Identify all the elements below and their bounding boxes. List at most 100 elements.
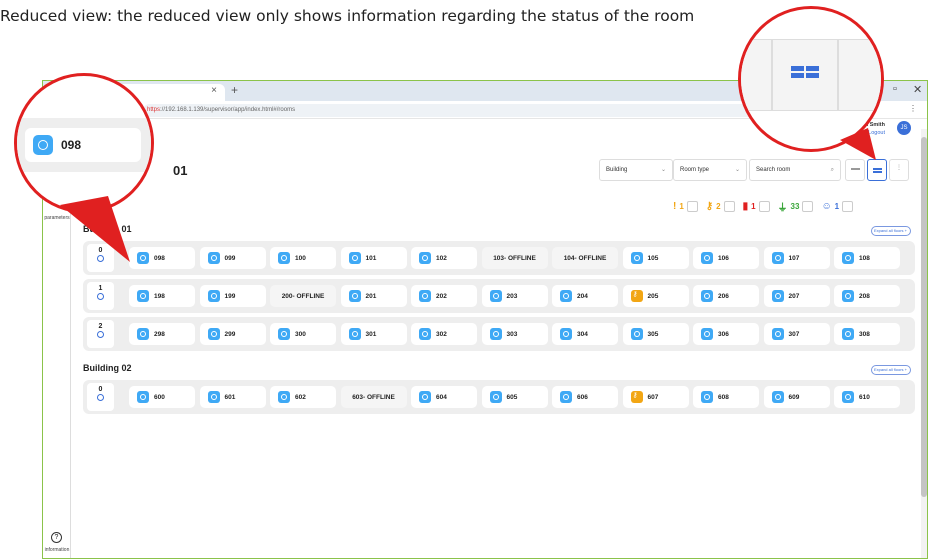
room-card[interactable]: 200- OFFLINE — [270, 285, 336, 307]
status-counter[interactable]: ☺ 1 — [821, 201, 854, 212]
room-number: 601 — [224, 393, 236, 401]
room-card[interactable]: 605 — [481, 386, 548, 408]
room-status-icon — [842, 252, 854, 264]
avatar[interactable]: JS — [897, 121, 911, 135]
floor-toggle-icon[interactable] — [97, 394, 104, 401]
room-status-icon — [348, 290, 361, 302]
sidebar-item-parameters[interactable]: parameters — [43, 215, 71, 221]
page-title: 01 — [173, 163, 188, 178]
expand-all-button[interactable]: Expand all floors + — [871, 226, 911, 236]
room-card[interactable]: 607 — [622, 386, 689, 408]
room-number: 300 — [295, 330, 306, 338]
room-card[interactable]: 604 — [411, 386, 477, 408]
room-card[interactable]: 099 — [199, 247, 266, 269]
floor-label[interactable]: 0 — [87, 244, 114, 272]
room-card[interactable]: 206 — [693, 285, 759, 307]
room-card[interactable]: 103- OFFLINE — [481, 247, 548, 269]
room-card[interactable]: 198 — [129, 285, 195, 307]
room-status-icon — [137, 328, 149, 340]
zoom-room-card: 098 — [25, 128, 141, 162]
floor-label[interactable]: 1 — [87, 282, 114, 310]
room-card[interactable]: 106 — [693, 247, 759, 269]
room-card[interactable]: 600 — [129, 386, 195, 408]
room-card[interactable]: 199 — [199, 285, 266, 307]
status-counter-value: 1 — [679, 202, 684, 211]
room-card[interactable]: 608 — [693, 386, 759, 408]
room-card[interactable]: 105 — [622, 247, 689, 269]
room-card[interactable]: 300 — [270, 323, 336, 345]
filter-checkbox[interactable] — [723, 201, 735, 212]
new-tab-button[interactable]: + — [231, 83, 238, 97]
room-card[interactable]: 606 — [552, 386, 618, 408]
room-card[interactable]: 306 — [693, 323, 759, 345]
url-field[interactable]: https://192.168.1.139/supervisor/app/ind… — [143, 104, 803, 117]
sidebar-item-information[interactable]: information — [43, 547, 71, 553]
browser-menu-icon[interactable]: ⋮ — [909, 104, 917, 113]
room-card[interactable]: 302 — [411, 323, 477, 345]
room-card[interactable]: 301 — [340, 323, 407, 345]
room-card[interactable]: 207 — [763, 285, 830, 307]
room-card[interactable]: 609 — [763, 386, 830, 408]
information-icon[interactable]: ? — [51, 532, 62, 543]
room-card[interactable]: 098 — [129, 247, 195, 269]
room-status-icon — [207, 290, 220, 302]
reduced-view-button[interactable] — [867, 159, 887, 181]
list-view-icon: ⋮ — [896, 165, 902, 171]
room-card[interactable]: 100 — [270, 247, 336, 269]
room-card[interactable]: 299 — [199, 323, 266, 345]
building-title: Building 01 — [83, 224, 132, 234]
room-card[interactable]: 102 — [411, 247, 477, 269]
status-counter[interactable]: ⏚ 33 — [778, 199, 814, 214]
room-card[interactable]: 205 — [622, 285, 689, 307]
floor-row: 0 098 099 100 101 102 103- OFFLINE 104- OFFLINE… — [83, 241, 915, 275]
zoom-circle-view-button — [738, 6, 884, 152]
room-card[interactable]: 101 — [340, 247, 407, 269]
room-card[interactable]: 202 — [411, 285, 477, 307]
room-status-icon — [560, 391, 572, 403]
floor-label[interactable]: 2 — [87, 320, 114, 348]
restore-icon[interactable]: ▫ — [893, 83, 897, 95]
full-view-button[interactable] — [845, 159, 865, 181]
close-tab-icon[interactable]: × — [211, 85, 217, 96]
room-card[interactable]: 304 — [552, 323, 618, 345]
logout-link[interactable]: Logout — [868, 130, 885, 136]
room-number: 602 — [295, 393, 306, 401]
room-number: 099 — [224, 254, 236, 262]
room-card[interactable]: 303 — [481, 323, 548, 345]
floor-toggle-icon[interactable] — [97, 255, 104, 262]
room-card[interactable]: 108 — [834, 247, 900, 269]
close-window-icon[interactable]: ✕ — [913, 83, 922, 96]
building-select[interactable]: Building ⌄ — [599, 159, 673, 181]
filter-checkbox[interactable] — [686, 201, 698, 212]
floor-toggle-icon[interactable] — [97, 331, 104, 338]
room-card[interactable]: 305 — [622, 323, 689, 345]
filter-checkbox[interactable] — [758, 201, 770, 212]
floor-toggle-icon[interactable] — [97, 293, 104, 300]
filter-checkbox[interactable] — [802, 201, 814, 212]
status-counter[interactable]: ▮ 1 — [743, 201, 770, 212]
room-card[interactable]: 603- OFFLINE — [340, 386, 407, 408]
scrollbar[interactable] — [921, 129, 927, 558]
list-view-button[interactable]: ⋮ — [889, 159, 909, 181]
expand-all-button[interactable]: Expand all floors + — [871, 365, 911, 375]
room-card[interactable]: 307 — [763, 323, 830, 345]
room-card[interactable]: 602 — [270, 386, 336, 408]
floor-label[interactable]: 0 — [87, 383, 114, 411]
room-card[interactable]: 208 — [834, 285, 900, 307]
room-card[interactable]: 298 — [129, 323, 195, 345]
room-card[interactable]: 601 — [199, 386, 266, 408]
filter-checkbox[interactable] — [842, 201, 854, 212]
room-card[interactable]: 204 — [552, 285, 618, 307]
room-card[interactable]: 203 — [481, 285, 548, 307]
scrollbar-thumb[interactable] — [921, 137, 927, 497]
room-number: 102 — [436, 254, 447, 262]
room-type-select[interactable]: Room type ⌄ — [673, 159, 747, 181]
room-card[interactable]: 201 — [340, 285, 407, 307]
status-counter[interactable]: ! 1 — [673, 201, 698, 212]
room-card[interactable]: 107 — [763, 247, 830, 269]
room-card[interactable]: 104- OFFLINE — [552, 247, 618, 269]
search-input[interactable]: Search room ⌕ — [749, 159, 841, 181]
status-counter[interactable]: ⚷ 2 — [706, 201, 735, 212]
room-card[interactable]: 308 — [834, 323, 900, 345]
room-card[interactable]: 610 — [834, 386, 900, 408]
